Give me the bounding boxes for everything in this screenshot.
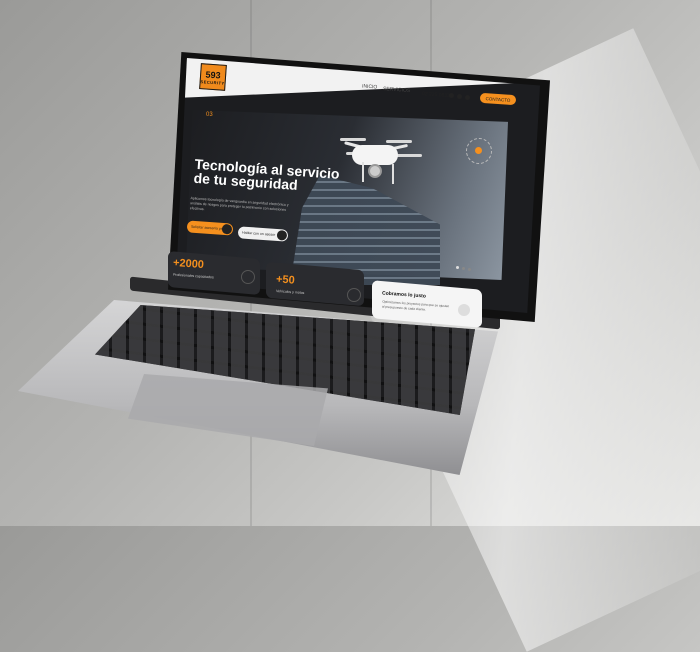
stat-number: +2000: [172, 256, 205, 272]
carousel-dot[interactable]: [456, 266, 459, 269]
drone-propeller: [386, 140, 412, 143]
carousel-dot[interactable]: [462, 267, 465, 270]
slide-counter: 03: [206, 112, 213, 118]
seal-center-icon: [475, 147, 482, 154]
drone-camera-icon: [368, 164, 382, 178]
drone-propeller: [396, 154, 422, 157]
vehicle-icon: [347, 288, 361, 302]
nav-link-inicio[interactable]: INICIO: [362, 83, 378, 90]
drone-body: [352, 145, 398, 165]
facebook-icon[interactable]: [457, 94, 462, 99]
worker-icon: [241, 270, 255, 284]
drone-propeller: [340, 138, 366, 141]
dollar-icon: [458, 304, 470, 316]
logo-subtitle: SECURITY: [200, 78, 225, 86]
carousel-dot[interactable]: [468, 268, 471, 271]
site-logo[interactable]: 593 SECURITY: [199, 63, 227, 91]
stat-number: +50: [275, 273, 296, 287]
drone-leg: [362, 162, 364, 182]
request-advice-label: Solicitar asesoría ya: [190, 224, 223, 231]
talk-to-advisor-label: Hablar con un asesor: [241, 230, 276, 237]
whatsapp-icon[interactable]: [449, 93, 454, 98]
instagram-icon[interactable]: [465, 95, 470, 100]
arrow-icon: [221, 223, 233, 235]
drone-leg: [392, 164, 394, 184]
arrow-icon: [276, 229, 288, 241]
